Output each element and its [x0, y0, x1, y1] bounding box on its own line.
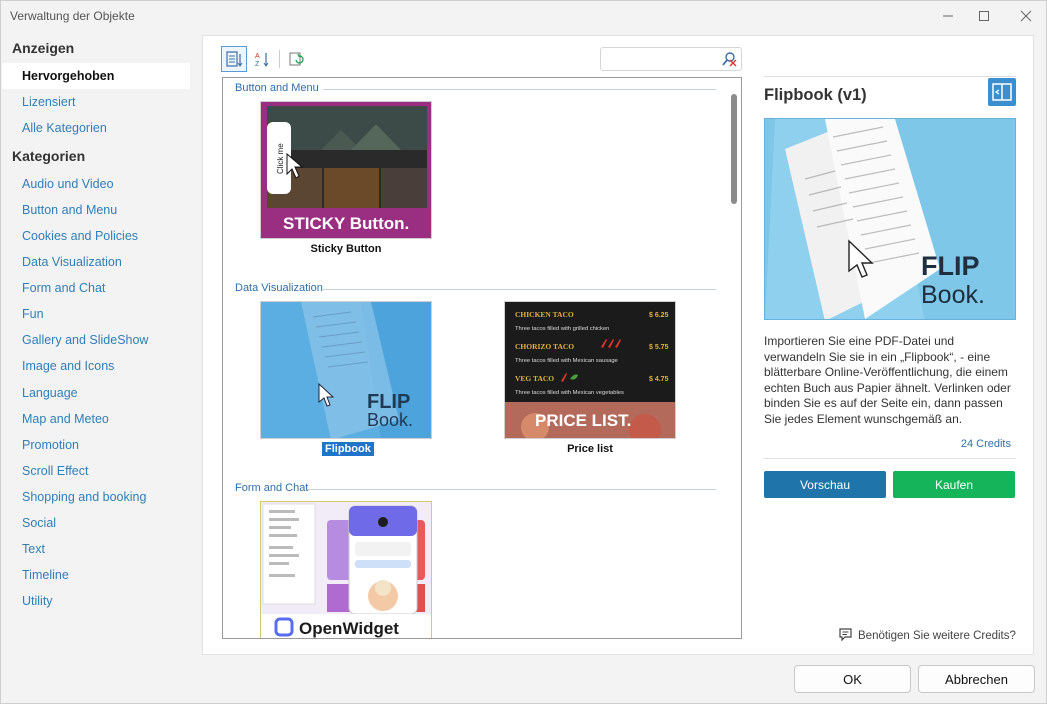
menu-item-price: $ 6.25	[649, 312, 669, 319]
minimize-icon	[943, 15, 953, 17]
sidebar-item-all-categories[interactable]: Alle Kategorien	[2, 115, 190, 141]
item-caption-price-list[interactable]: Price list	[504, 443, 676, 455]
menu-item-name: VEG TACO	[515, 374, 554, 383]
group-label-button-menu: Button and Menu	[235, 82, 319, 94]
sidebar-item-utility[interactable]: Utility	[2, 588, 190, 614]
item-caption-flipbook[interactable]: Flipbook	[322, 442, 374, 456]
credits-link[interactable]: 24 Credits	[903, 438, 1011, 450]
group-divider	[307, 489, 716, 490]
refresh-button[interactable]	[283, 46, 309, 72]
flipbook-preview-image: FLIP Book.	[261, 302, 431, 438]
flipbook-thumb-title-2: Book.	[367, 410, 413, 430]
sidebar-item-scroll-effect[interactable]: Scroll Effect	[2, 458, 190, 484]
cancel-button[interactable]: Abbrechen	[918, 665, 1035, 693]
sidebar-heading-categories: Kategorien	[12, 148, 86, 164]
menu-item-name: CHORIZO TACO	[515, 342, 574, 351]
sidebar-item-social[interactable]: Social	[2, 510, 190, 536]
buy-button[interactable]: Kaufen	[893, 471, 1015, 498]
group-label-form-chat: Form and Chat	[235, 482, 309, 494]
sidebar-item-language[interactable]: Language	[2, 380, 190, 406]
thumb-price-list[interactable]: CHICKEN TACO $ 6.25 Three tacos filled w…	[504, 301, 676, 439]
title-bar: Verwaltung der Objekte	[1, 1, 1046, 31]
sort-by-category-icon	[226, 51, 243, 67]
window-title: Verwaltung der Objekte	[10, 9, 135, 23]
group-divider	[323, 89, 716, 90]
sidebar-item-shopping-booking[interactable]: Shopping and booking	[2, 484, 190, 510]
sidebar-item-licensed[interactable]: Lizensiert	[2, 89, 190, 115]
group-divider	[323, 289, 716, 290]
sidebar-item-timeline[interactable]: Timeline	[2, 562, 190, 588]
dialog-window: Verwaltung der Objekte Anzeigen Hervorge…	[0, 0, 1047, 704]
price-list-preview-image: CHICKEN TACO $ 6.25 Three tacos filled w…	[505, 302, 675, 438]
sidebar-heading-show: Anzeigen	[12, 40, 75, 56]
thumb-flipbook[interactable]: FLIP Book.	[260, 301, 432, 439]
price-list-thumb-title: PRICE LIST.	[535, 411, 631, 430]
sidebar-item-gallery-slideshow[interactable]: Gallery and SlideShow	[2, 327, 190, 353]
detail-description: Importieren Sie eine PDF-Datei und verwa…	[764, 334, 1011, 426]
menu-item-name: CHICKEN TACO	[515, 310, 574, 319]
sidebar-item-form-chat[interactable]: Form and Chat	[2, 275, 190, 301]
minimize-button[interactable]	[928, 3, 968, 29]
search-box[interactable]	[600, 47, 742, 71]
ok-button[interactable]: OK	[794, 665, 911, 693]
more-credits-link[interactable]: Benötigen Sie weitere Credits?	[838, 627, 1016, 644]
chat-icon	[838, 627, 853, 644]
sidebar: Anzeigen Hervorgehoben Lizensiert Alle K…	[1, 35, 196, 655]
detail-divider	[764, 76, 1016, 77]
group-label-data-visualization: Data Visualization	[235, 282, 323, 294]
sticky-tab-text: Click me	[276, 143, 285, 174]
search-clear-icon[interactable]	[721, 51, 737, 70]
sidebar-item-cookies-policies[interactable]: Cookies and Policies	[2, 223, 190, 249]
search-input[interactable]	[605, 51, 717, 67]
close-icon	[1020, 10, 1032, 22]
detail-title: Flipbook (v1)	[764, 86, 867, 104]
refresh-icon	[289, 52, 304, 66]
svg-text:Z: Z	[255, 61, 260, 68]
more-credits-label: Benötigen Sie weitere Credits?	[858, 629, 1016, 642]
svg-text:A: A	[255, 53, 260, 60]
menu-item-price: $ 5.75	[649, 344, 669, 351]
menu-item-desc: Three tacos filled with grilled chicken	[515, 326, 609, 332]
menu-item-desc: Three tacos filled with Mexican sausage	[515, 358, 618, 364]
close-button[interactable]	[1006, 3, 1046, 29]
sidebar-item-image-icons[interactable]: Image and Icons	[2, 353, 190, 379]
item-caption-sticky-button[interactable]: Sticky Button	[260, 243, 432, 255]
detail-image-title-2: Book.	[921, 281, 985, 309]
sort-alphabetical-icon: A Z	[255, 53, 269, 68]
sidebar-item-promotion[interactable]: Promotion	[2, 432, 190, 458]
menu-item-price: $ 4.75	[649, 376, 669, 383]
sort-by-category-button[interactable]	[221, 46, 247, 72]
menu-item-desc: Three tacos filled with Mexican vegetabl…	[515, 390, 624, 396]
sidebar-item-audio-video[interactable]: Audio und Video	[2, 171, 190, 197]
toolbar-separator	[279, 50, 280, 68]
thumb-sticky-button[interactable]: Click me STICKY Button.	[260, 101, 432, 239]
openwidget-preview-image: OpenWidget	[261, 502, 431, 638]
sticky-button-preview-image: Click me STICKY Button.	[261, 102, 431, 238]
detail-image-title-1: FLIP	[921, 251, 980, 281]
detail-preview-image: FLIP Book.	[764, 118, 1016, 320]
sidebar-item-button-menu[interactable]: Button and Menu	[2, 197, 190, 223]
list-scrollbar[interactable]	[731, 94, 737, 204]
book-icon	[988, 78, 1016, 106]
maximize-button[interactable]	[964, 3, 1004, 29]
sidebar-item-featured[interactable]: Hervorgehoben	[2, 63, 190, 89]
sidebar-item-fun[interactable]: Fun	[2, 301, 190, 327]
main-panel: A Z Button and Menu Click me STICKY Butt…	[202, 35, 1034, 655]
sidebar-item-text[interactable]: Text	[2, 536, 190, 562]
object-list[interactable]: Button and Menu Click me STICKY Button.	[222, 77, 742, 639]
maximize-icon	[979, 11, 989, 21]
preview-button[interactable]: Vorschau	[764, 471, 886, 498]
sidebar-item-data-visualization[interactable]: Data Visualization	[2, 249, 190, 275]
thumb-openwidget[interactable]: OpenWidget	[260, 501, 432, 638]
sort-alphabetical-button[interactable]: A Z	[249, 46, 275, 72]
detail-divider	[764, 458, 1016, 459]
sidebar-item-map-meteo[interactable]: Map and Meteo	[2, 406, 190, 432]
sticky-title-text: STICKY Button.	[283, 214, 409, 233]
openwidget-thumb-title: OpenWidget	[299, 619, 399, 638]
